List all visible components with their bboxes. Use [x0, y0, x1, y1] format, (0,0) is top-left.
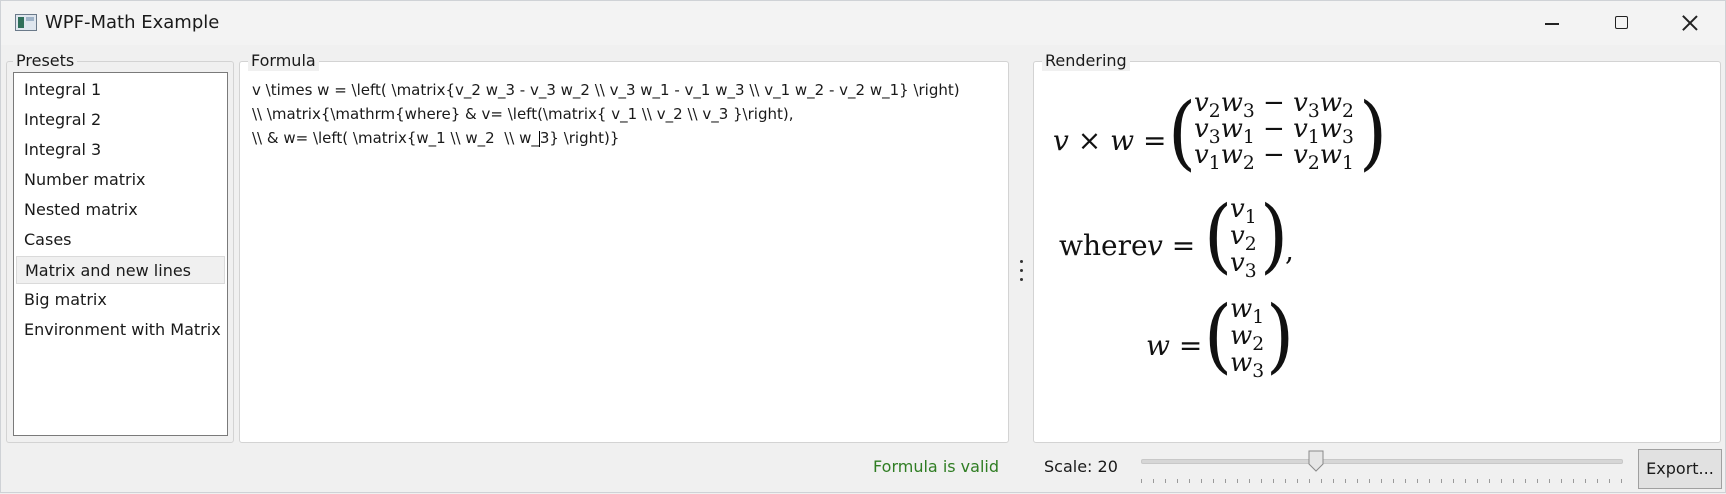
- close-icon: [1679, 12, 1701, 34]
- scale-slider-ticks: [1141, 479, 1623, 484]
- scale-label: Scale: 20: [1044, 457, 1118, 476]
- app-icon: [15, 14, 37, 31]
- scale-slider-track[interactable]: [1141, 459, 1623, 464]
- formula-line-1: v \times w = \left( \matrix{v_2 w_3 - v_…: [252, 81, 960, 99]
- preset-item-matrix-and-new-lines[interactable]: Matrix and new lines: [16, 256, 225, 284]
- slider-tick: [1465, 479, 1466, 483]
- formula-line-3-end: 3} \right)}: [539, 129, 620, 147]
- preset-item-environment-with-matrix[interactable]: Environment with Matrix: [16, 316, 225, 344]
- slider-tick: [1165, 479, 1166, 483]
- preset-item-number-matrix[interactable]: Number matrix: [16, 166, 225, 194]
- slider-tick: [1369, 479, 1370, 483]
- slider-tick: [1297, 479, 1298, 483]
- slider-tick: [1249, 479, 1250, 483]
- slider-tick: [1285, 479, 1286, 483]
- slider-tick: [1261, 479, 1262, 483]
- preset-item-integral-1[interactable]: Integral 1: [16, 76, 225, 104]
- slider-tick: [1333, 479, 1334, 483]
- slider-tick: [1393, 479, 1394, 483]
- formula-editor[interactable]: v \times w = \left( \matrix{v_2 w_3 - v_…: [252, 78, 1002, 150]
- slider-tick: [1321, 479, 1322, 483]
- minimize-button[interactable]: [1517, 1, 1587, 45]
- presets-list[interactable]: Integral 1 Integral 2 Integral 3 Number …: [13, 72, 228, 436]
- slider-tick: [1429, 479, 1430, 483]
- slider-tick: [1417, 479, 1418, 483]
- slider-tick: [1573, 479, 1574, 483]
- rendering-label: Rendering: [1042, 51, 1130, 71]
- slider-tick: [1453, 479, 1454, 483]
- formula-group: Formula v \times w = \left( \matrix{v_2 …: [239, 51, 1009, 443]
- slider-tick: [1501, 479, 1502, 483]
- formula-line-2: \\ \matrix{\mathrm{where} & v= \left(\ma…: [252, 105, 794, 123]
- preset-item-big-matrix[interactable]: Big matrix: [16, 286, 225, 314]
- slider-tick: [1561, 479, 1562, 483]
- presets-label: Presets: [13, 51, 78, 71]
- eq1-left-paren: (: [1168, 84, 1197, 180]
- slider-tick: [1201, 479, 1202, 483]
- export-button[interactable]: Export...: [1638, 449, 1722, 489]
- presets-group: Presets Integral 1 Integral 2 Integral 3…: [6, 51, 234, 443]
- slider-tick: [1141, 479, 1142, 483]
- formula-status: Formula is valid: [873, 457, 999, 476]
- maximize-button[interactable]: [1587, 1, 1657, 45]
- slider-tick: [1345, 479, 1346, 483]
- title-bar[interactable]: WPF-Math Example: [1, 1, 1725, 45]
- grip-icon: [1020, 260, 1024, 288]
- preset-item-cases[interactable]: Cases: [16, 226, 225, 254]
- slider-tick: [1477, 479, 1478, 483]
- panel-splitter[interactable]: [1017, 45, 1027, 494]
- preset-item-integral-2[interactable]: Integral 2: [16, 106, 225, 134]
- eq2-row-3: v3: [1230, 248, 1257, 282]
- eq2-right-paren: ): [1260, 187, 1289, 283]
- slider-tick: [1153, 479, 1154, 483]
- slider-tick: [1549, 479, 1550, 483]
- slider-tick: [1213, 479, 1214, 483]
- close-button[interactable]: [1655, 1, 1725, 45]
- eq1-row-3: v1w2 − v2w1: [1194, 140, 1354, 174]
- slider-tick: [1225, 479, 1226, 483]
- slider-tick: [1597, 479, 1598, 483]
- slider-tick: [1513, 479, 1514, 483]
- app-window: WPF-Math Example Presets Integral 1 Inte…: [0, 0, 1726, 493]
- maximize-icon: [1615, 16, 1628, 29]
- eq3-left-paren: (: [1204, 287, 1233, 383]
- formula-label: Formula: [248, 51, 319, 71]
- window-title: WPF-Math Example: [45, 12, 220, 33]
- slider-tick: [1525, 479, 1526, 483]
- slider-tick: [1441, 479, 1442, 483]
- slider-tick: [1621, 479, 1622, 483]
- eq2-lhs: v =: [1147, 229, 1196, 262]
- preset-item-nested-matrix[interactable]: Nested matrix: [16, 196, 225, 224]
- slider-tick: [1189, 479, 1190, 483]
- slider-tick: [1537, 479, 1538, 483]
- eq3-lhs: w =: [1146, 329, 1203, 362]
- slider-tick: [1609, 479, 1610, 483]
- eq3-right-paren: ): [1266, 287, 1295, 383]
- slider-tick: [1357, 479, 1358, 483]
- minimize-icon: [1545, 23, 1559, 25]
- slider-tick: [1177, 479, 1178, 483]
- where-text: where: [1059, 229, 1148, 262]
- slider-tick: [1585, 479, 1586, 483]
- rendering-group: Rendering v × w = ( ) v2w3 − v3w2 v3w1 −…: [1033, 51, 1721, 443]
- scale-slider-thumb[interactable]: [1308, 450, 1324, 472]
- eq2-left-paren: (: [1204, 187, 1233, 283]
- formula-line-3-start: \\ & w= \left( \matrix{w_1 \\ w_2 \\ w_: [252, 129, 539, 147]
- slider-tick: [1237, 479, 1238, 483]
- slider-tick: [1489, 479, 1490, 483]
- slider-tick: [1381, 479, 1382, 483]
- eq1-right-paren: ): [1359, 84, 1388, 180]
- eq2-comma: ,: [1285, 234, 1294, 267]
- preset-item-integral-3[interactable]: Integral 3: [16, 136, 225, 164]
- eq1-lhs: v × w =: [1053, 124, 1167, 157]
- slider-tick: [1273, 479, 1274, 483]
- slider-tick: [1309, 479, 1310, 483]
- slider-tick: [1405, 479, 1406, 483]
- eq3-row-3: w3: [1230, 348, 1265, 382]
